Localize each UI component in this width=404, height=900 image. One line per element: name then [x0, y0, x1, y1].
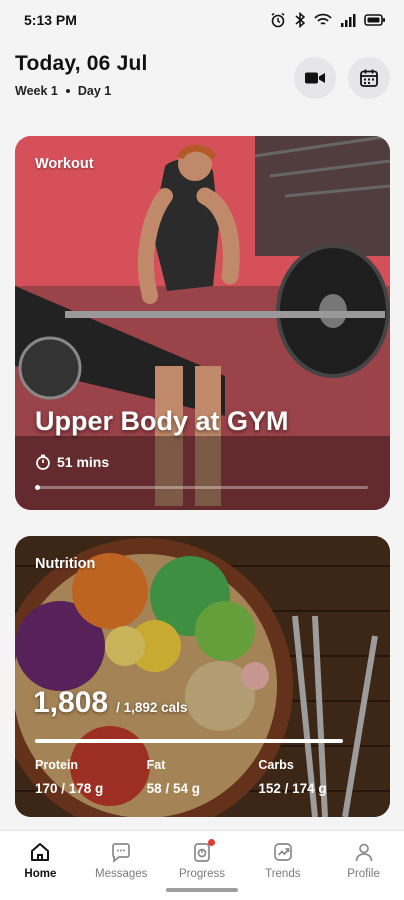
tab-trends[interactable]: Trends — [242, 831, 323, 900]
macro-value: 152 / 174 g — [258, 781, 370, 796]
macro-value: 170 / 178 g — [35, 781, 147, 796]
duration-text: 51 mins — [57, 454, 110, 470]
workout-card[interactable]: Workout Upper Body at GYM 51 mins — [15, 136, 390, 510]
calories-consumed: 1,808 — [33, 686, 109, 719]
stopwatch-icon — [36, 454, 50, 470]
week-label: Week 1 — [15, 84, 58, 98]
profile-icon — [355, 843, 372, 862]
wifi-icon — [314, 13, 332, 25]
macro-carbs: Carbs 152 / 174 g — [258, 758, 370, 796]
alarm-icon — [271, 12, 285, 28]
notification-badge — [207, 839, 215, 846]
macro-goal: / 174 g — [280, 781, 327, 796]
workout-label: Workout — [35, 156, 94, 172]
bottom-tab-bar: Home Messages Progress Trends Profile — [0, 830, 404, 900]
tab-profile[interactable]: Profile — [323, 831, 404, 900]
tab-label: Progress — [178, 868, 225, 880]
trends-icon — [273, 843, 292, 861]
macro-goal: / 178 g — [57, 781, 104, 796]
macro-label: Protein — [35, 758, 79, 772]
tab-home[interactable]: Home — [0, 831, 81, 900]
carousel-dot — [35, 485, 40, 490]
macro-value: 58 / 54 g — [147, 781, 259, 796]
nutrition-label: Nutrition — [35, 556, 96, 572]
macro-current: 58 — [146, 781, 162, 796]
nutrition-card[interactable]: Nutrition 1,808 / 1,892 cals Protein 170… — [15, 536, 390, 817]
status-icons — [270, 12, 386, 28]
tab-messages[interactable]: Messages — [81, 831, 162, 900]
tab-label: Trends — [265, 868, 301, 880]
macro-fat: Fat 58 / 54 g — [147, 758, 259, 796]
tab-label: Home — [24, 868, 57, 880]
calories-row: 1,808 / 1,892 cals — [33, 686, 187, 720]
calendar-icon — [360, 69, 378, 87]
tab-label: Profile — [347, 868, 380, 880]
bluetooth-icon — [295, 12, 306, 28]
separator-dot — [65, 89, 70, 93]
tab-label: Messages — [94, 868, 148, 880]
macro-current: 170 — [35, 781, 58, 796]
carousel-indicator — [35, 485, 368, 490]
macro-protein: Protein 170 / 178 g — [35, 758, 147, 796]
macro-current: 152 — [258, 781, 281, 796]
calories-goal: / 1,892 cals — [116, 700, 188, 715]
macro-goal: / 54 g — [161, 781, 200, 796]
status-bar: 5:13 PM — [0, 0, 404, 40]
day-label: Day 1 — [77, 84, 112, 98]
battery-icon — [364, 14, 385, 26]
home-icon — [31, 843, 50, 861]
macros-row: Protein 170 / 178 g Fat 58 / 54 g Carbs … — [35, 758, 370, 796]
calendar-button[interactable] — [348, 57, 390, 99]
status-time: 5:13 PM — [24, 12, 77, 28]
workout-title: Upper Body at GYM — [35, 406, 289, 436]
signal-icon — [341, 14, 356, 27]
video-button[interactable] — [294, 57, 336, 99]
chat-icon — [112, 843, 131, 863]
macro-label: Fat — [146, 758, 166, 772]
workout-duration: 51 mins — [35, 454, 109, 470]
calorie-progress-bar — [35, 739, 343, 743]
header: Today, 06 Jul Week 1 Day 1 — [15, 52, 390, 112]
home-indicator — [166, 888, 238, 892]
macro-label: Carbs — [258, 758, 294, 772]
video-camera-icon — [305, 72, 325, 84]
